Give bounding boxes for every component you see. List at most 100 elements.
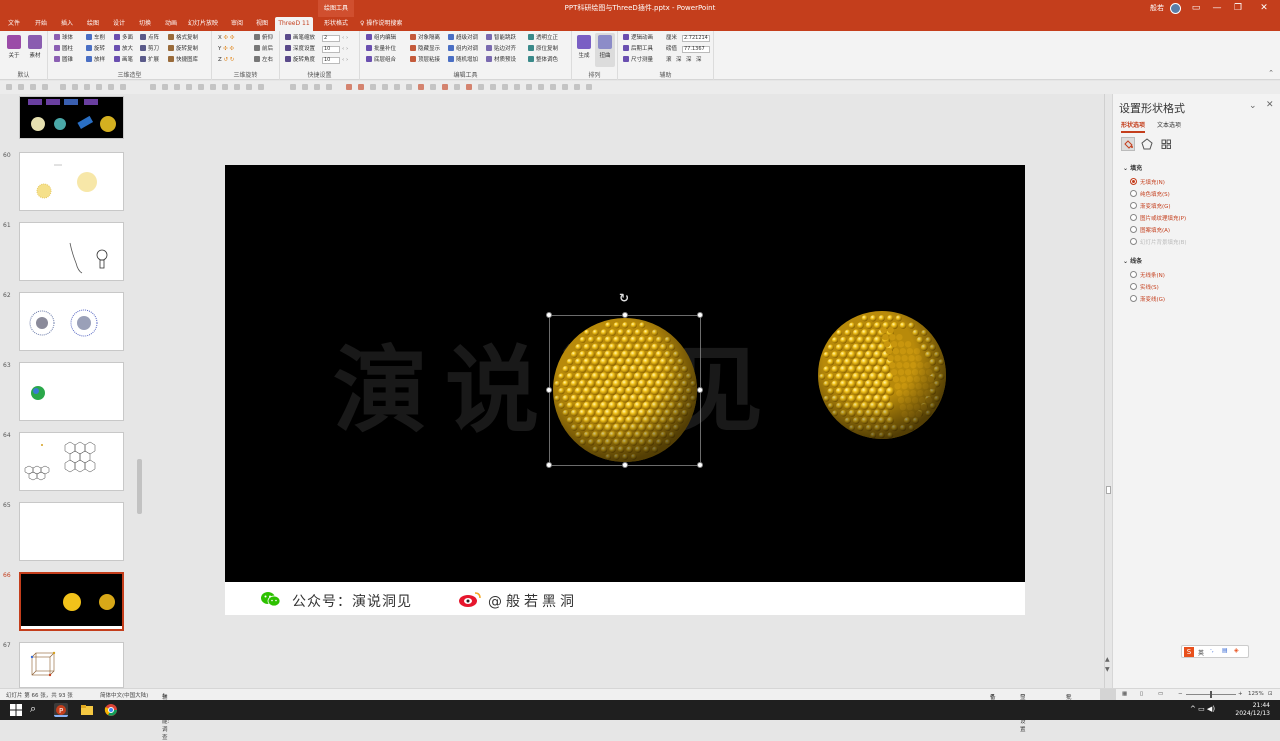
tab-home[interactable]: 开始	[30, 17, 52, 31]
pitch-button[interactable]: 俯仰	[254, 34, 273, 43]
powerpoint-taskbar-icon[interactable]: P	[54, 703, 68, 717]
slide-thumbnail[interactable]	[19, 222, 124, 281]
top-bond-button[interactable]: 顶层粘接	[410, 56, 440, 65]
pattern-fill-radio[interactable]: 图案填充(A)	[1130, 226, 1170, 234]
toolbar-icon[interactable]	[222, 84, 228, 90]
slide-bg-fill-radio[interactable]: 幻灯片背景填充(B)	[1130, 238, 1187, 246]
tab-text-options[interactable]: 文本选项	[1157, 120, 1181, 131]
ime-keyboard-icon[interactable]: ▤	[1222, 647, 1228, 654]
chrome-icon[interactable]	[104, 703, 118, 717]
tab-shape-format[interactable]: 形状格式	[318, 17, 354, 31]
toolbar-icon[interactable]	[394, 84, 400, 90]
pt-input[interactable]: 77.1367	[682, 46, 710, 53]
toolbar-icon[interactable]	[346, 84, 352, 90]
toolbar-icon[interactable]	[150, 84, 156, 90]
resize-handle[interactable]	[622, 462, 628, 468]
zoom-in-icon[interactable]: +	[1238, 691, 1243, 697]
zoom-out-icon[interactable]: −	[1178, 691, 1183, 697]
resize-handle[interactable]	[697, 462, 703, 468]
edge-align-button[interactable]: 贴边对齐	[486, 45, 516, 54]
extra-tool-4[interactable]: 深	[696, 56, 702, 65]
undo-icon[interactable]	[18, 84, 24, 90]
resize-handle[interactable]	[622, 312, 628, 318]
assets-button[interactable]: 素材	[26, 35, 44, 59]
about-button[interactable]: 关于	[5, 35, 23, 59]
zoom-slider-thumb[interactable]	[1210, 691, 1212, 698]
collapse-ribbon-icon[interactable]: ⌃	[1268, 69, 1274, 77]
enlarge-button[interactable]: 放大	[114, 45, 133, 54]
rotate-handle-icon[interactable]: ↻	[619, 291, 629, 305]
toolbar-icon[interactable]	[430, 84, 436, 90]
post-tools-button[interactable]: 后期工具	[623, 45, 653, 54]
scroll-up-icon[interactable]: ▲	[1105, 656, 1110, 663]
isolate-button[interactable]: 对象隔离	[410, 34, 440, 43]
ime-punct-icon[interactable]: ·,	[1210, 647, 1214, 654]
material-preset-button[interactable]: 材质预设	[486, 56, 516, 65]
toolbar-icon[interactable]	[370, 84, 376, 90]
toolbar-icon[interactable]	[72, 84, 78, 90]
generate-button[interactable]: 生成	[575, 35, 593, 59]
toolbar-icon[interactable]	[478, 84, 484, 90]
slide-thumbnail[interactable]	[19, 96, 124, 139]
toolbar-icon[interactable]	[574, 84, 580, 90]
zoom-level[interactable]: 125%	[1248, 691, 1264, 697]
tab-file[interactable]: 文件	[4, 17, 24, 31]
toolbar-icon[interactable]	[84, 84, 90, 90]
ime-skin-icon[interactable]: ◈	[1234, 647, 1239, 654]
toolbar-icon[interactable]	[406, 84, 412, 90]
close-icon[interactable]: ✕	[1266, 100, 1274, 110]
resize-handle[interactable]	[697, 387, 703, 393]
slideshow-icon[interactable]: ▭	[1158, 691, 1163, 697]
canvas-scrollbar[interactable]: ▲ ▼	[1104, 94, 1112, 688]
cylinder-button[interactable]: 圆柱	[54, 45, 73, 54]
toolbar-icon[interactable]	[290, 84, 296, 90]
toolbar-icon[interactable]	[246, 84, 252, 90]
bottom-group-button[interactable]: 底层组合	[366, 56, 396, 65]
reading-view-icon[interactable]: ▯	[1140, 691, 1143, 697]
chevron-down-icon[interactable]: ⌄	[1249, 101, 1257, 111]
smart-jump-button[interactable]: 智能跳跃	[486, 34, 516, 43]
toolbar-icon[interactable]	[96, 84, 102, 90]
edit-in-group-button[interactable]: 组内编辑	[366, 34, 396, 43]
tab-threed[interactable]: ThreeD 11	[275, 17, 313, 31]
transparent-upright-button[interactable]: 透明立正	[528, 34, 558, 43]
system-tray-icons[interactable]: ^ ▭ ◀)	[1190, 705, 1215, 713]
toolbar-icon[interactable]	[466, 84, 472, 90]
toolbar-icon[interactable]	[326, 84, 332, 90]
slide-thumbnail[interactable]	[19, 432, 124, 491]
brush-scale-input[interactable]: 2	[322, 35, 340, 42]
fit-slide-icon[interactable]: ⊡	[1268, 691, 1273, 697]
redo-icon[interactable]	[30, 84, 36, 90]
toolbar-icon[interactable]	[382, 84, 388, 90]
fill-line-icon[interactable]	[1121, 137, 1135, 151]
cm-input[interactable]: 2.721214	[682, 35, 710, 42]
x-rotate-button[interactable]: X ✣ ✣	[218, 34, 235, 43]
resize-handle[interactable]	[697, 312, 703, 318]
random-add-button[interactable]: 随机增加	[448, 56, 478, 65]
rotate-copy-button[interactable]: 旋转复制	[168, 45, 198, 54]
toolbar-icon[interactable]	[490, 84, 496, 90]
toolbar-icon[interactable]	[550, 84, 556, 90]
toolbar-icon[interactable]	[108, 84, 114, 90]
tab-insert[interactable]: 插入	[56, 17, 78, 31]
extra-tool-2[interactable]: 深	[676, 56, 682, 65]
language[interactable]: 简体中文(中国大陆)	[100, 691, 148, 699]
slide-thumbnail[interactable]	[19, 152, 124, 211]
toolbar-icon[interactable]	[302, 84, 308, 90]
rotation-angle-input[interactable]: 10	[322, 57, 340, 64]
slide-sorter-icon[interactable]: ▦	[1122, 691, 1127, 697]
extend-button[interactable]: 扩展	[140, 56, 159, 65]
loft-button[interactable]: 放样	[86, 56, 105, 65]
windows-start-icon[interactable]	[10, 704, 22, 716]
avatar[interactable]	[1170, 3, 1181, 14]
hide-show-button[interactable]: 隐藏显示	[410, 45, 440, 54]
scroll-down-icon[interactable]: ▼	[1105, 666, 1110, 673]
y-rotate-button[interactable]: Y ✣ ✣	[218, 45, 234, 54]
toolbar-icon[interactable]	[162, 84, 168, 90]
toolbar-icon[interactable]	[314, 84, 320, 90]
resize-handle[interactable]	[546, 312, 552, 318]
polyhedron-button[interactable]: 多面	[114, 34, 133, 43]
save-icon[interactable]	[6, 84, 12, 90]
solid-fill-radio[interactable]: 纯色填充(S)	[1130, 190, 1170, 198]
extra-tool-1[interactable]: 滚	[666, 56, 672, 65]
